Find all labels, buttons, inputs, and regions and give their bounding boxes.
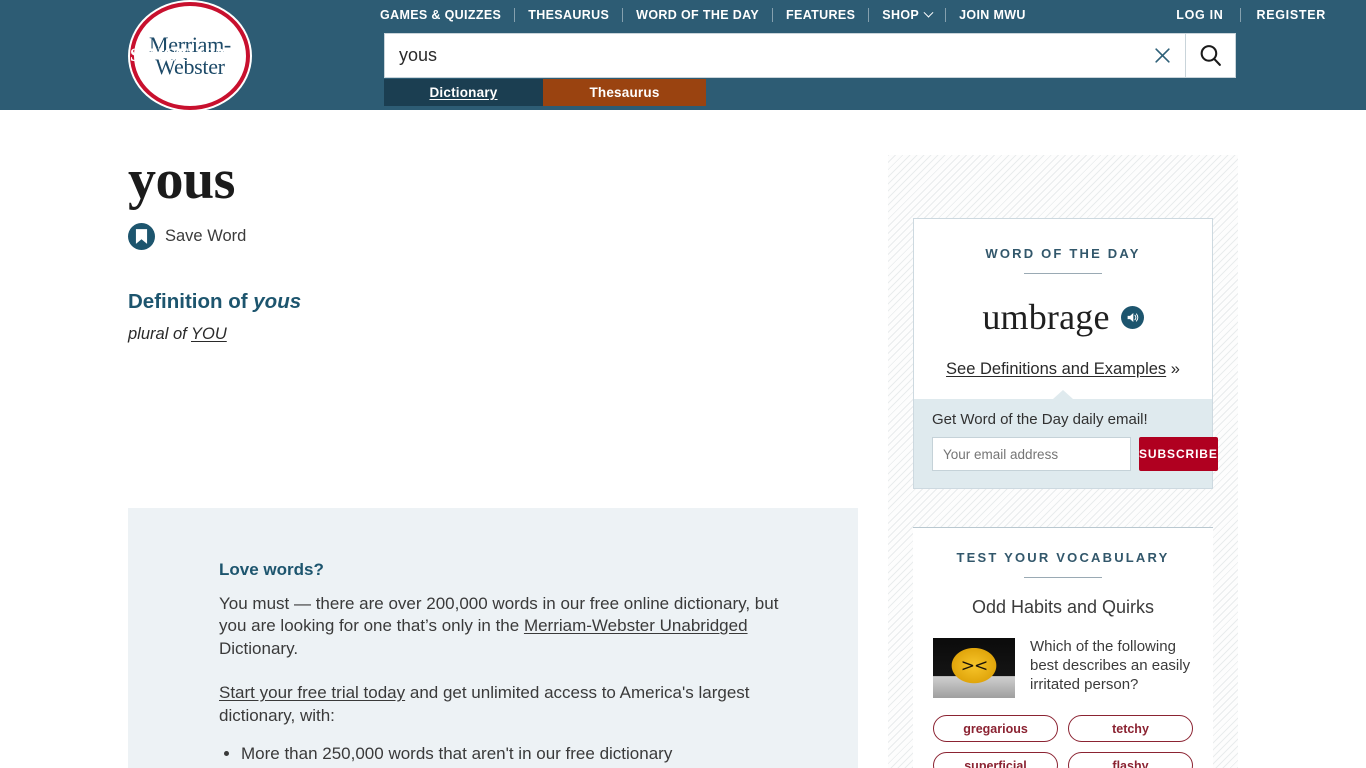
tab-thesaurus[interactable]: Thesaurus xyxy=(543,79,706,106)
unabridged-promo-box: Love words? You must — there are over 20… xyxy=(128,508,858,768)
promo-paragraph-2: Start your free trial today and get unli… xyxy=(219,682,798,727)
angry-face-glyph: >< xyxy=(960,655,988,676)
divider xyxy=(1024,577,1102,578)
search-icon xyxy=(1200,45,1221,66)
subscribe-button[interactable]: SUBSCRIBE xyxy=(1139,437,1218,471)
tab-dictionary[interactable]: Dictionary xyxy=(384,79,543,106)
definition-text: plural of YOU xyxy=(128,325,858,344)
email-field[interactable] xyxy=(932,437,1131,471)
promo-para1-text-b: Dictionary. xyxy=(219,638,299,658)
list-item: More than 250,000 words that aren't in o… xyxy=(241,745,798,762)
wotd-word[interactable]: umbrage xyxy=(982,296,1109,338)
nav-label: FEATURES xyxy=(786,8,856,22)
definition-heading-prefix: Definition of xyxy=(128,290,254,313)
definition-heading-word: yous xyxy=(253,290,302,313)
search-input[interactable] xyxy=(385,34,1139,77)
wotd-word-row: umbrage xyxy=(934,296,1192,338)
speaker-icon[interactable] xyxy=(1120,305,1144,329)
nav-label: SHOP xyxy=(882,8,920,22)
nav-item-word-of-the-day[interactable]: WORD OF THE DAY xyxy=(623,8,772,22)
nav-item-shop[interactable]: SHOP xyxy=(869,7,945,22)
quiz-title[interactable]: Odd Habits and Quirks xyxy=(933,597,1193,618)
definition-prefix: plural of xyxy=(128,325,191,343)
search-bar xyxy=(384,33,1236,78)
quiz-answer-option[interactable]: superficial xyxy=(933,752,1058,768)
quiz-thumbnail-image: >< xyxy=(933,638,1015,698)
quiz-answer-option[interactable]: gregarious xyxy=(933,715,1058,742)
email-signup-label: Get Word of the Day daily email! xyxy=(932,411,1148,428)
quiz-answer-list: gregarious tetchy superficial flashy xyxy=(933,715,1193,768)
definition-cross-reference-link[interactable]: YOU xyxy=(191,325,227,343)
wotd-body: WORD OF THE DAY umbrage See Definitions … xyxy=(914,219,1212,399)
wotd-email-signup: Get Word of the Day daily email! SUBSCRI… xyxy=(914,390,1218,488)
wotd-kicker: WORD OF THE DAY xyxy=(985,246,1141,261)
nav-item-games-quizzes[interactable]: GAMES & QUIZZES xyxy=(380,8,514,22)
primary-nav: GAMES & QUIZZES THESAURUS WORD OF THE DA… xyxy=(380,7,1039,22)
quiz-question-text: Which of the following best describes an… xyxy=(1030,638,1191,693)
promo-heading: Love words? xyxy=(219,560,324,579)
email-signup-row: SUBSCRIBE xyxy=(932,437,1218,471)
promo-paragraph-1: You must — there are over 200,000 words … xyxy=(219,593,798,660)
save-word-label: Save Word xyxy=(165,227,247,245)
page-body: yous Save Word Definition of yous plural… xyxy=(0,110,1366,768)
unabridged-link[interactable]: Merriam-Webster Unabridged xyxy=(524,616,748,635)
tab-label: Dictionary xyxy=(429,85,498,100)
test-your-vocabulary-card: TEST YOUR VOCABULARY Odd Habits and Quir… xyxy=(913,527,1213,768)
chevron-down-icon xyxy=(923,7,934,18)
auth-nav: LOG IN REGISTER xyxy=(1160,8,1342,22)
nav-label: JOIN MWU xyxy=(959,8,1026,22)
quiz-answer-option[interactable]: tetchy xyxy=(1068,715,1193,742)
tab-label: Thesaurus xyxy=(589,85,660,100)
right-sidebar: WORD OF THE DAY umbrage See Definitions … xyxy=(888,155,1238,768)
page-title: yous xyxy=(128,149,235,211)
quiz-answer-option[interactable]: flashy xyxy=(1068,752,1193,768)
divider xyxy=(1024,273,1102,274)
search-scope-tabs: Dictionary Thesaurus xyxy=(384,79,706,106)
entry-column: yous Save Word Definition of yous plural… xyxy=(128,110,858,768)
nav-item-thesaurus[interactable]: THESAURUS xyxy=(515,8,622,22)
wotd-link-suffix: » xyxy=(1166,360,1180,378)
close-icon xyxy=(1154,48,1170,63)
promo-feature-list: More than 250,000 words that aren't in o… xyxy=(219,745,798,768)
quiz-question-row: >< Which of the following best describes… xyxy=(933,638,1193,698)
nav-label: GAMES & QUIZZES xyxy=(380,8,502,22)
nav-label: WORD OF THE DAY xyxy=(636,8,760,22)
login-link[interactable]: LOG IN xyxy=(1160,8,1239,22)
nav-label: THESAURUS xyxy=(528,8,610,22)
definition-heading: Definition of yous xyxy=(128,290,858,314)
wotd-definitions-link[interactable]: See Definitions and Examples xyxy=(946,360,1166,378)
nav-item-join-mwu[interactable]: JOIN MWU xyxy=(946,8,1039,22)
since-tagline: SINCE 1828 xyxy=(130,45,235,66)
site-header: Merriam- Webster SINCE 1828 GAMES & QUIZ… xyxy=(0,0,1366,110)
search-submit-button[interactable] xyxy=(1185,34,1235,77)
bookmark-icon xyxy=(128,223,155,250)
clear-search-button[interactable] xyxy=(1139,34,1185,77)
register-link[interactable]: REGISTER xyxy=(1241,8,1343,22)
quiz-kicker: TEST YOUR VOCABULARY xyxy=(956,550,1170,565)
save-word-button[interactable]: Save Word xyxy=(128,223,858,250)
nav-item-features[interactable]: FEATURES xyxy=(773,8,868,22)
free-trial-link[interactable]: Start your free trial today xyxy=(219,683,405,702)
word-of-the-day-card: WORD OF THE DAY umbrage See Definitions … xyxy=(913,218,1218,489)
